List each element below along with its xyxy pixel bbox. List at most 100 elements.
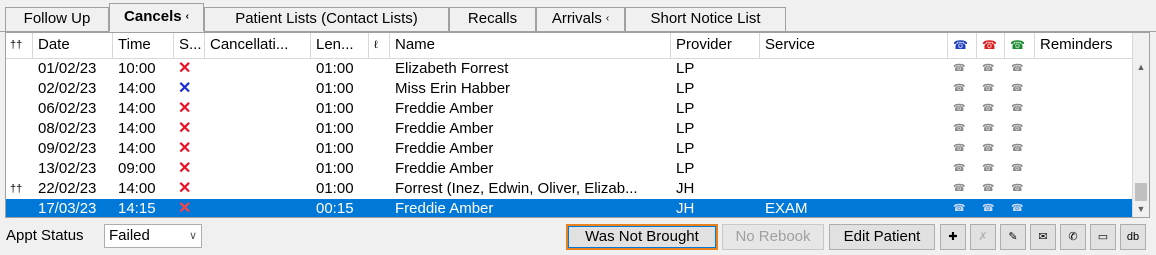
tab-recalls[interactable]: Recalls (449, 7, 536, 31)
phone-icon[interactable]: ☎ (953, 139, 969, 159)
cell-date: 01/02/23 (38, 60, 97, 77)
add-appointment-icon[interactable]: ✚ (940, 224, 966, 250)
cell-provider: LP (676, 100, 695, 117)
tab-label: Patient Lists (Contact Lists) (235, 10, 418, 27)
cancel-status-icon: ✕ (178, 80, 192, 97)
edit-patient-button[interactable]: Edit Patient (829, 224, 935, 250)
table-row[interactable]: 01/02/23 10:00 ✕ 01:00 Elizabeth Forrest LP ☎ ☎… (6, 59, 1134, 79)
column-cancellation[interactable]: Cancellati... (205, 33, 311, 58)
tab-arrivals[interactable]: Arrivals ‹ (536, 7, 625, 31)
column-service[interactable]: Service (760, 33, 948, 58)
column-date[interactable]: Date (33, 33, 113, 58)
column-name[interactable]: Name (390, 33, 671, 58)
phone-icon[interactable]: ☎ (1011, 59, 1027, 79)
cell-time: 10:00 (118, 60, 156, 77)
column-provider[interactable]: Provider (671, 33, 760, 58)
phone-icon[interactable]: ☎ (953, 59, 969, 79)
phone-icon[interactable]: ☎ (982, 179, 998, 199)
scroll-up-icon[interactable]: ▲ (1133, 59, 1149, 75)
cell-service: EXAM (765, 200, 808, 217)
cell-length: 01:00 (316, 180, 354, 197)
table-row[interactable]: 09/02/23 14:00 ✕ 01:00 Freddie Amber LP ☎ ☎ ☎ (6, 139, 1134, 159)
cell-length: 01:00 (316, 60, 354, 77)
cancel-status-icon: ✕ (178, 120, 192, 137)
cell-name: Forrest (Inez, Edwin, Oliver, Elizab... (395, 180, 638, 197)
phone-icon[interactable]: ☎ (1011, 79, 1027, 99)
phone-icon[interactable]: ☎ (953, 119, 969, 139)
phone-icon[interactable]: ☎ (982, 99, 998, 119)
tab-follow-up[interactable]: Follow Up (5, 7, 109, 31)
tab-dropdown-icon[interactable]: ‹ (186, 11, 189, 22)
phone-icon[interactable]: ☎ (982, 79, 998, 99)
phone-icon[interactable]: ☎ (982, 199, 998, 217)
tab-cancels[interactable]: Cancels ‹ (109, 3, 204, 32)
cell-name: Freddie Amber (395, 160, 494, 177)
cell-family (10, 199, 32, 217)
phone-icon: ☎ (953, 38, 968, 52)
tab-patient-lists[interactable]: Patient Lists (Contact Lists) (204, 7, 449, 31)
table-row[interactable]: 13/02/23 09:00 ✕ 01:00 Freddie Amber LP ☎ ☎ ☎ (6, 159, 1134, 179)
column-note-icon[interactable]: ℓ (369, 33, 390, 58)
cell-family (10, 119, 32, 139)
cancel-status-icon: ✕ (178, 100, 192, 117)
column-status[interactable]: S... (174, 33, 205, 58)
no-rebook-button[interactable]: No Rebook (722, 224, 824, 250)
letter-icon[interactable]: ✉ (1030, 224, 1056, 250)
table-row[interactable]: 02/02/23 14:00 ✕ 01:00 Miss Erin Habber LP ☎ ☎ ☎ (6, 79, 1134, 99)
column-length[interactable]: Len... (311, 33, 369, 58)
cell-service (765, 79, 953, 99)
phone-icon[interactable]: ☎ (1011, 139, 1027, 159)
table-row[interactable]: 08/02/23 14:00 ✕ 01:00 Freddie Amber LP ☎ ☎ ☎ (6, 119, 1134, 139)
column-phone-green-icon[interactable]: ☎ (1005, 33, 1035, 58)
phone-icon[interactable]: ☎ (982, 159, 998, 179)
family-column-icon[interactable]: †† (6, 33, 33, 58)
scroll-down-icon[interactable]: ▼ (1133, 201, 1149, 217)
cell-provider: JH (676, 180, 695, 197)
cell-time: 14:00 (118, 80, 156, 97)
was-not-brought-button[interactable]: Was Not Brought (566, 224, 718, 250)
column-phone-red-icon[interactable]: ☎ (977, 33, 1005, 58)
cell-provider: LP (676, 80, 695, 97)
table-row[interactable]: †† 22/02/23 14:00 ✕ 01:00 Forrest (Inez, Edwi… (6, 179, 1134, 199)
vertical-scrollbar[interactable]: ▲ ▼ (1132, 33, 1149, 217)
appt-status-value: Failed (109, 227, 150, 244)
sms-icon[interactable]: ▭ (1090, 224, 1116, 250)
tab-dropdown-icon[interactable]: ‹ (606, 13, 609, 24)
cell-name: Freddie Amber (395, 140, 494, 157)
tab-label: Arrivals (551, 10, 602, 27)
cell-date: 17/03/23 (38, 200, 97, 217)
column-time[interactable]: Time (113, 33, 174, 58)
phone-icon[interactable]: ☎ (1011, 99, 1027, 119)
tab-short-notice-list[interactable]: Short Notice List (625, 7, 786, 31)
table-row[interactable]: 06/02/23 14:00 ✕ 01:00 Freddie Amber LP ☎ ☎ ☎ (6, 99, 1134, 119)
phone-icon[interactable]: ☎ (982, 139, 998, 159)
cell-provider: LP (676, 60, 695, 77)
cell-provider: JH (676, 200, 695, 217)
phone-icon[interactable]: ☎ (982, 59, 998, 79)
database-icon[interactable]: db (1120, 224, 1146, 250)
phone-icon[interactable]: ☎ (953, 99, 969, 119)
appt-status-select[interactable]: Failed ∨ (104, 224, 202, 248)
delete-icon[interactable]: ✗ (970, 224, 996, 250)
appt-status-label: Appt Status (6, 227, 84, 244)
phone-icon[interactable]: ☎ (1011, 119, 1027, 139)
column-reminders[interactable]: Reminders (1035, 33, 1134, 58)
phone-icon[interactable]: ☎ (1011, 179, 1027, 199)
phone-icon[interactable]: ☎ (953, 179, 969, 199)
scroll-thumb[interactable] (1135, 183, 1147, 201)
tab-label: Follow Up (23, 10, 91, 27)
cell-service (765, 59, 953, 79)
cancel-status-icon: ✕ (178, 160, 192, 177)
contact-icon[interactable]: ✆ (1060, 224, 1086, 250)
edit-pencil-icon[interactable]: ✎ (1000, 224, 1026, 250)
phone-icon[interactable]: ☎ (953, 79, 969, 99)
cell-provider: LP (676, 160, 695, 177)
phone-icon[interactable]: ☎ (982, 119, 998, 139)
column-phone-blue-icon[interactable]: ☎ (948, 33, 977, 58)
table-row[interactable]: 17/03/23 14:15 ✕ 00:15 Freddie Amber JH EXAM ☎ ☎… (6, 199, 1134, 217)
phone-icon: ☎ (1010, 38, 1025, 52)
phone-icon[interactable]: ☎ (953, 199, 969, 217)
phone-icon[interactable]: ☎ (1011, 199, 1027, 217)
phone-icon[interactable]: ☎ (1011, 159, 1027, 179)
phone-icon[interactable]: ☎ (953, 159, 969, 179)
